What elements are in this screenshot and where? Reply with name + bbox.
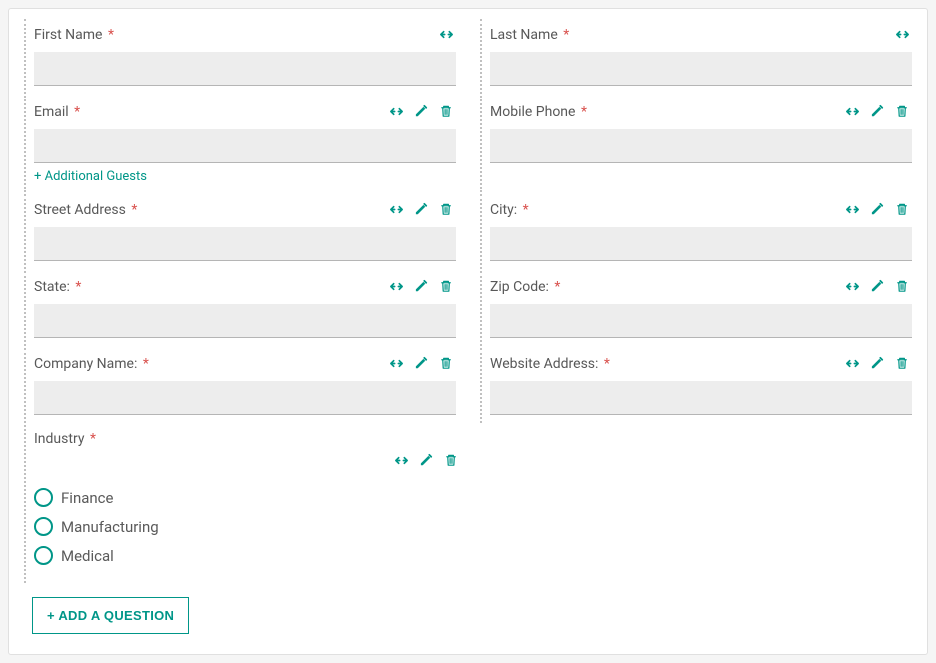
edit-icon[interactable] [868,354,887,373]
move-icon[interactable] [387,277,406,296]
trash-icon[interactable] [442,451,461,470]
move-icon[interactable] [387,102,406,121]
label-street-address: Street Address * [34,202,137,218]
input-website[interactable] [490,381,912,415]
field-street-address: Street Address * [24,194,456,269]
trash-icon[interactable] [437,102,456,121]
edit-icon[interactable] [868,102,887,121]
field-city: City: * [480,194,912,269]
input-first-name[interactable] [34,52,456,86]
radio-option-finance[interactable]: Finance [34,488,461,507]
input-zip[interactable] [490,304,912,338]
field-zip: Zip Code: * [480,271,912,346]
move-icon[interactable] [843,200,862,219]
trash-icon[interactable] [437,354,456,373]
move-icon[interactable] [387,354,406,373]
input-email[interactable] [34,129,456,163]
radio-option-manufacturing[interactable]: Manufacturing [34,517,461,536]
additional-guests-link[interactable]: + Additional Guests [34,169,147,184]
field-email: Email * + Additional Guests [24,96,456,192]
field-company: Company Name: * [24,348,456,423]
move-icon[interactable] [893,25,912,44]
move-icon[interactable] [387,200,406,219]
field-mobile-phone: Mobile Phone * [480,96,912,192]
input-mobile-phone[interactable] [490,129,912,163]
label-first-name: First Name * [34,27,114,43]
field-last-name: Last Name * [480,19,912,94]
edit-icon[interactable] [412,354,431,373]
field-website: Website Address: * [480,348,912,423]
form-builder-panel: First Name * Last Name * [8,8,928,655]
input-last-name[interactable] [490,52,912,86]
trash-icon[interactable] [893,277,912,296]
industry-radio-list: Finance Manufacturing Medical [34,474,461,565]
trash-icon[interactable] [893,200,912,219]
edit-icon[interactable] [417,451,436,470]
edit-icon[interactable] [412,277,431,296]
move-icon[interactable] [843,102,862,121]
label-mobile-phone: Mobile Phone * [490,104,587,120]
label-industry: Industry * [34,431,96,447]
radio-icon [34,488,53,507]
label-zip: Zip Code: * [490,279,560,295]
input-state[interactable] [34,304,456,338]
move-icon[interactable] [437,25,456,44]
label-last-name: Last Name * [490,27,569,43]
edit-icon[interactable] [868,200,887,219]
input-city[interactable] [490,227,912,261]
label-website: Website Address: * [490,356,610,372]
trash-icon[interactable] [893,102,912,121]
move-icon[interactable] [843,277,862,296]
radio-label: Manufacturing [61,518,159,536]
trash-icon[interactable] [437,200,456,219]
radio-icon [34,517,53,536]
field-first-name: First Name * [24,19,456,94]
field-industry: Industry * Finance Manufacturing [24,425,461,583]
move-icon[interactable] [392,451,411,470]
trash-icon[interactable] [437,277,456,296]
label-email: Email * [34,104,80,120]
radio-icon [34,546,53,565]
input-company[interactable] [34,381,456,415]
edit-icon[interactable] [412,102,431,121]
edit-icon[interactable] [412,200,431,219]
field-state: State: * [24,271,456,346]
radio-label: Medical [61,547,114,565]
radio-option-medical[interactable]: Medical [34,546,461,565]
radio-label: Finance [61,489,113,507]
label-state: State: * [34,279,81,295]
trash-icon[interactable] [893,354,912,373]
input-street-address[interactable] [34,227,456,261]
label-company: Company Name: * [34,356,149,372]
add-question-button[interactable]: + ADD A QUESTION [32,597,189,634]
edit-icon[interactable] [868,277,887,296]
label-city: City: * [490,202,529,218]
move-icon[interactable] [843,354,862,373]
